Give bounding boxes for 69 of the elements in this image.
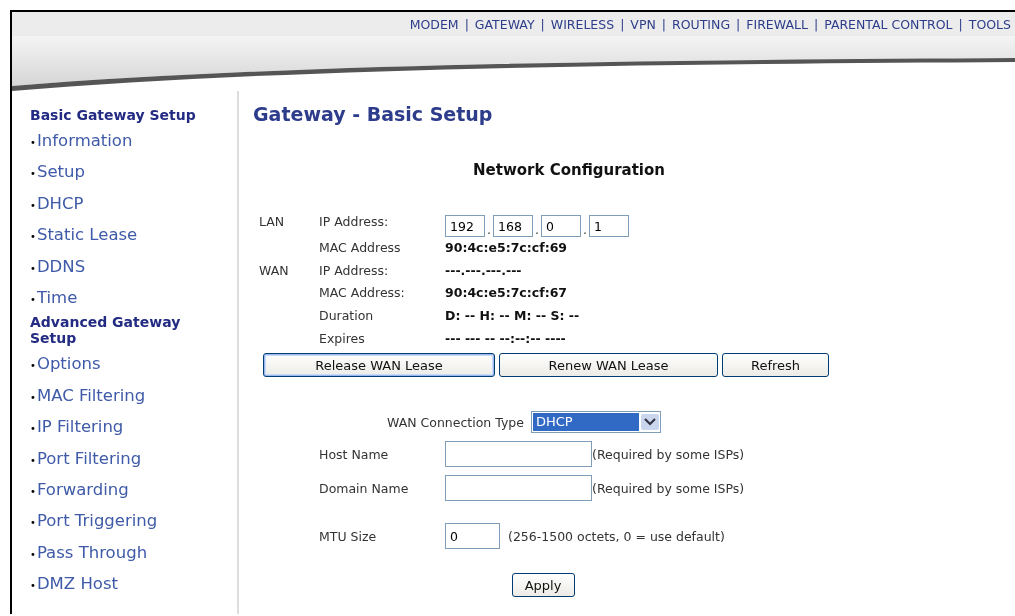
nav-separator: | bbox=[661, 16, 667, 32]
field-label: MTU Size bbox=[319, 528, 378, 544]
sidebar-link[interactable]: •Port Filtering bbox=[30, 443, 237, 476]
nav-separator: | bbox=[620, 16, 625, 32]
field-label: MAC Address bbox=[319, 239, 402, 257]
mac-value: 90:4c:e5:7c:cf:67 bbox=[445, 284, 569, 303]
duration-value: D: -- H: -- M: -- S: -- bbox=[445, 307, 581, 326]
ip-octet-field[interactable]: 168 bbox=[493, 215, 533, 237]
nav-link[interactable]: TOOLS bbox=[968, 16, 1011, 32]
ip-value: ---.---.---.--- bbox=[445, 261, 523, 280]
sidebar-link[interactable]: •Static Lease bbox=[30, 220, 237, 252]
sidebar-heading: Advanced Gateway Setup bbox=[30, 314, 182, 347]
nav-link[interactable]: ROUTING bbox=[672, 16, 731, 32]
field-label: MAC Address: bbox=[319, 284, 406, 303]
ip-octet-field[interactable]: 1 bbox=[588, 215, 629, 237]
ip-octet-field[interactable]: 0 bbox=[540, 215, 581, 237]
nav-link[interactable]: GATEWAY bbox=[474, 16, 535, 32]
lease-button[interactable]: Refresh bbox=[722, 353, 829, 378]
ip-separator: . bbox=[486, 222, 492, 237]
connection-type-dropdown[interactable]: DHCP bbox=[530, 411, 661, 434]
sidebar-link[interactable]: •Forwarding bbox=[30, 475, 237, 507]
field-label: Domain Name bbox=[319, 480, 410, 496]
sidebar-link[interactable]: •Information bbox=[30, 126, 237, 158]
ip-separator: . bbox=[581, 222, 588, 237]
sidebar-link[interactable]: •DDNS bbox=[30, 251, 237, 284]
ip-separator: . bbox=[534, 222, 540, 237]
field-label: IP Address: bbox=[319, 261, 390, 280]
field-label: Host Name bbox=[319, 446, 390, 462]
text-field[interactable] bbox=[445, 441, 592, 468]
sidebar-link[interactable]: •DMZ Host bbox=[30, 569, 237, 601]
field-label: Expires bbox=[319, 329, 366, 348]
section-title: Network Configuration bbox=[472, 161, 666, 179]
sidebar-link[interactable]: •Options bbox=[30, 349, 237, 381]
field-hint: (Required by some ISPs) bbox=[592, 446, 745, 462]
sidebar-heading: Basic Gateway Setup bbox=[30, 107, 197, 123]
nav-separator: | bbox=[736, 16, 741, 32]
group-label: WAN bbox=[259, 261, 290, 280]
nav-link[interactable]: FIREWALL bbox=[746, 16, 808, 32]
lease-button[interactable]: Renew WAN Lease bbox=[499, 353, 718, 378]
chevron-down-icon bbox=[640, 414, 659, 431]
text-field[interactable] bbox=[445, 475, 592, 502]
nav-separator: | bbox=[813, 16, 819, 32]
sidebar-link[interactable]: •Port Triggering bbox=[30, 506, 237, 538]
lease-button[interactable]: Release WAN Lease bbox=[263, 353, 495, 378]
field-label: IP Address: bbox=[319, 212, 390, 231]
sidebar-link[interactable]: •Setup bbox=[30, 157, 237, 189]
nav-link[interactable]: PARENTAL CONTROL bbox=[824, 16, 953, 32]
nav-link[interactable]: MODEM bbox=[409, 16, 459, 32]
sidebar-link[interactable]: •MAC Filtering bbox=[30, 380, 237, 413]
nav-separator: | bbox=[464, 16, 469, 32]
sidebar-link[interactable]: •Pass Through bbox=[30, 537, 237, 570]
sidebar-link[interactable]: •IP Filtering bbox=[30, 412, 237, 444]
nav-link[interactable]: VPN bbox=[630, 16, 656, 32]
nav-link[interactable]: WIRELESS bbox=[550, 16, 615, 32]
apply-button[interactable]: Apply bbox=[511, 573, 575, 598]
field-hint: (Required by some ISPs) bbox=[592, 480, 745, 496]
ip-octet-field[interactable]: 192 bbox=[445, 215, 485, 237]
field-hint: (256-1500 octets, 0 = use default) bbox=[508, 528, 725, 544]
text-field[interactable]: 0 bbox=[445, 523, 500, 550]
expires-value: --- --- -- --:--:-- ---- bbox=[445, 329, 567, 348]
field-label: WAN Connection Type bbox=[387, 414, 524, 430]
sidebar-link[interactable]: •Time bbox=[30, 283, 237, 315]
page-title: Gateway - Basic Setup bbox=[253, 103, 494, 125]
group-label: LAN bbox=[259, 212, 286, 231]
field-label: Duration bbox=[319, 307, 375, 326]
sidebar-link[interactable]: •DHCP bbox=[30, 188, 237, 221]
mac-value: 90:4c:e5:7c:cf:69 bbox=[445, 239, 569, 257]
nav-separator: | bbox=[958, 16, 963, 32]
nav-separator: | bbox=[540, 16, 545, 32]
